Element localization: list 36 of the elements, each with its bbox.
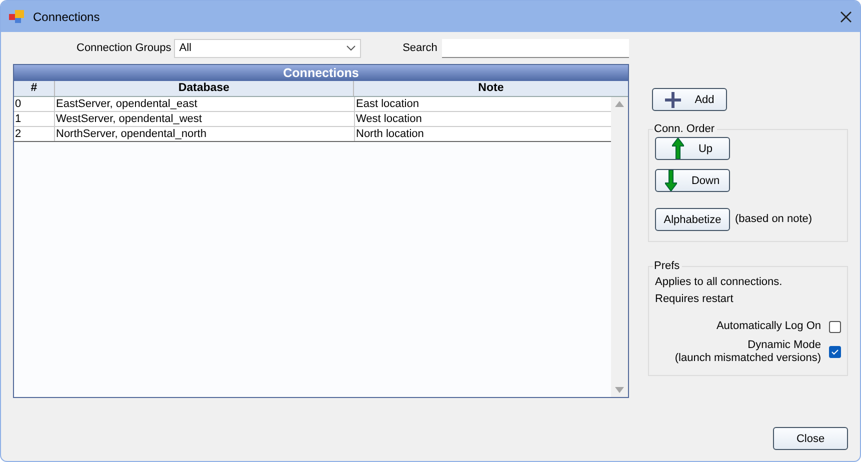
plus-icon <box>664 92 681 108</box>
column-header[interactable]: Note <box>352 81 628 96</box>
grid-title: Connections <box>14 65 628 81</box>
app-icon <box>9 10 25 24</box>
close-button[interactable]: Close <box>773 427 848 450</box>
group-title: Prefs <box>653 260 681 272</box>
groups-label: Connection Groups <box>76 42 172 54</box>
group-title: Conn. Order <box>653 123 716 135</box>
checkbox[interactable] <box>829 346 841 358</box>
down-button[interactable]: Down <box>655 169 730 192</box>
up-button[interactable]: Up <box>655 137 730 160</box>
table-cell: EastServer, opendental_east <box>54 97 354 111</box>
checkbox[interactable] <box>829 320 841 332</box>
window-title: Connections <box>33 10 101 24</box>
search-label: Search <box>402 42 438 54</box>
checkmark-icon <box>831 349 839 355</box>
table-cell: NorthServer, opendental_north <box>54 127 354 141</box>
option-label: Automatically Log On <box>716 320 821 333</box>
groups-dropdown[interactable]: All <box>174 38 361 58</box>
column-header[interactable]: Database <box>54 81 353 96</box>
column-header[interactable]: # <box>14 81 54 96</box>
search-field[interactable] <box>442 38 629 58</box>
table-cell-text: 0 <box>14 97 22 111</box>
option-label: Dynamic Mode (launch mismatched versions) <box>674 339 821 365</box>
up-arrow-icon <box>672 138 684 159</box>
alphabetize-button[interactable]: Alphabetize <box>655 208 730 231</box>
prefs-note: Requires restart <box>655 292 734 307</box>
table-cell: WestServer, opendental_west <box>54 112 354 126</box>
alphabetize-note: (based on note) <box>735 212 812 227</box>
table-cell-text: 1 <box>14 112 22 126</box>
down-arrow-icon <box>665 170 678 191</box>
chevron-icon <box>346 45 356 51</box>
close-icon[interactable] <box>840 10 852 22</box>
prefs-note: Applies to all connections. <box>655 275 784 290</box>
table-cell-text: 2 <box>14 127 22 141</box>
add-button[interactable]: Add <box>652 88 727 111</box>
